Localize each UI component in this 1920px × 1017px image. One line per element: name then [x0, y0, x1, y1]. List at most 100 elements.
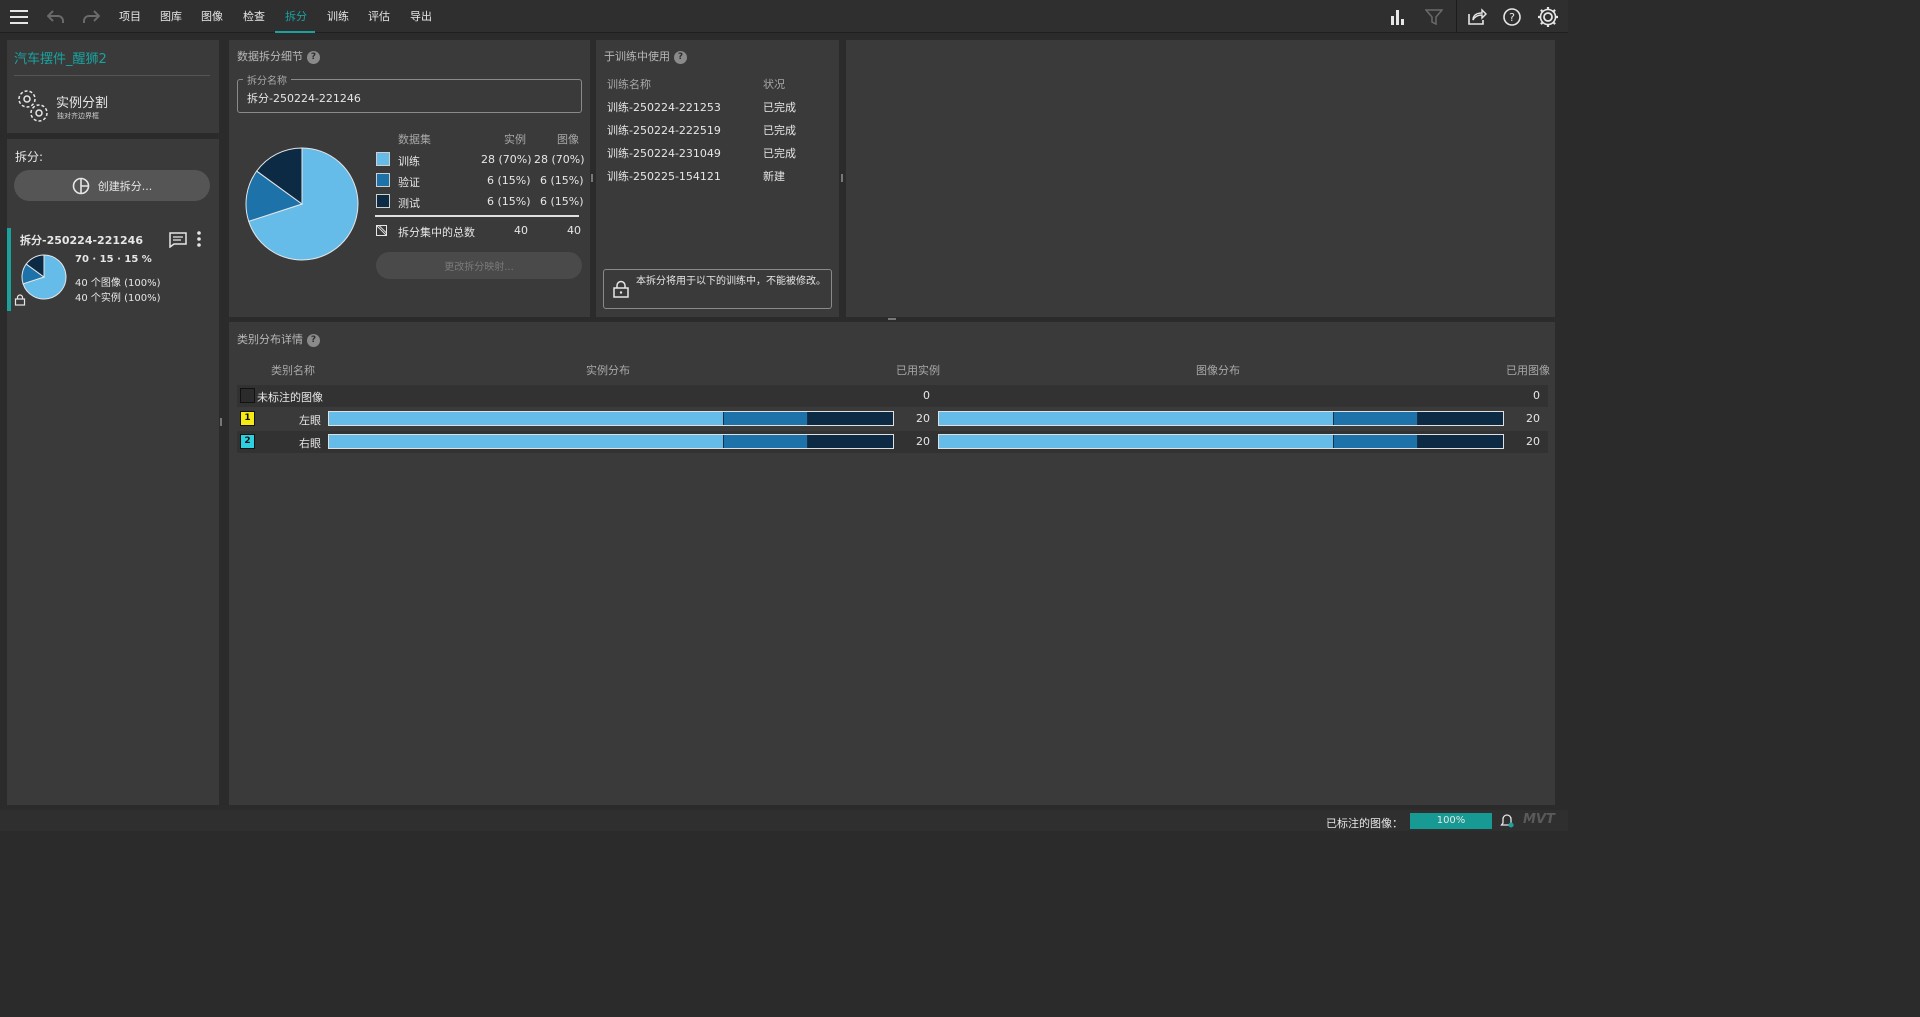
split-name-value: 拆分-250224-221246 — [247, 92, 361, 105]
menu-images[interactable]: 图像 — [199, 0, 225, 33]
notification-bell-icon[interactable] — [1499, 813, 1515, 832]
split-list-item[interactable]: 拆分-250224-221246 70 · 15 · 15 % 40 个图像 (… — [7, 228, 212, 311]
comment-icon[interactable] — [169, 232, 187, 251]
instance-distribution-header: 实例分布 — [586, 364, 630, 377]
dataset-header: 数据集 — [398, 133, 431, 146]
used-images-header: 已用图像 — [1506, 364, 1550, 377]
total-label: 拆分集中的总数 — [398, 226, 475, 239]
selected-indicator — [7, 228, 11, 311]
validation-segment — [1333, 412, 1419, 425]
training-status: 已完成 — [763, 101, 796, 114]
validation-segment — [1333, 435, 1419, 448]
labeled-progress-bar: 100% — [1410, 813, 1492, 829]
validation-segment — [723, 435, 809, 448]
used-instances-value: 0 — [923, 389, 930, 402]
share-icon[interactable] — [1466, 6, 1488, 28]
class-name-header: 类别名称 — [271, 364, 315, 377]
divider — [14, 75, 210, 76]
pie-split-icon — [72, 177, 90, 194]
class-color-box — [240, 388, 255, 403]
test-segment — [1418, 435, 1503, 448]
help-icon[interactable]: ? — [307, 333, 320, 347]
panel-resize-handle[interactable] — [591, 174, 593, 182]
menu-project[interactable]: 项目 — [117, 0, 143, 33]
validation-images: 6 (15%) — [540, 174, 584, 187]
test-segment — [808, 412, 893, 425]
settings-gear-icon[interactable] — [1537, 6, 1559, 28]
train-instances: 28 (70%) — [481, 153, 532, 166]
help-icon[interactable]: ? — [307, 50, 320, 64]
instance-distribution-bar — [328, 411, 894, 426]
panel-resize-handle[interactable] — [220, 418, 222, 426]
labeled-images-label: 已标注的图像： — [1326, 817, 1403, 830]
train-segment — [939, 412, 1334, 425]
help-icon[interactable]: ? — [1501, 6, 1523, 28]
menu-export[interactable]: 导出 — [408, 0, 434, 33]
splits-label: 拆分: — [15, 150, 44, 164]
train-segment — [939, 435, 1334, 448]
class-index: 2 — [244, 436, 251, 446]
split-mini-pie — [21, 254, 67, 300]
menu-train[interactable]: 训练 — [325, 0, 351, 33]
validation-segment — [723, 412, 809, 425]
used-images-value: 20 — [1526, 435, 1540, 448]
menu-inspect[interactable]: 检查 — [241, 0, 267, 33]
lock-icon — [612, 280, 630, 301]
help-icon[interactable]: ? — [674, 50, 687, 64]
more-options-icon[interactable] — [196, 230, 202, 251]
total-images: 40 — [567, 224, 581, 237]
validation-label: 验证 — [398, 176, 420, 189]
test-swatch — [376, 194, 390, 208]
used-images-value: 20 — [1526, 412, 1540, 425]
menu-evaluate[interactable]: 评估 — [366, 0, 392, 33]
class-distribution-title-text: 类别分布详情 — [237, 333, 303, 346]
change-split-mapping-button[interactable]: 更改拆分映射... — [376, 252, 582, 279]
test-label: 测试 — [398, 197, 420, 210]
class-index: 1 — [244, 413, 251, 423]
train-swatch — [376, 152, 390, 166]
total-icon — [376, 225, 387, 239]
bar-chart-icon[interactable] — [1387, 6, 1409, 28]
training-name[interactable]: 训练-250224-221253 — [607, 99, 721, 115]
panel-resize-handle[interactable] — [841, 174, 843, 182]
training-name[interactable]: 训练-250224-222519 — [607, 122, 721, 138]
split-item-instances: 40 个实例 (100%) — [75, 293, 161, 304]
class-name: 右眼 — [299, 437, 321, 450]
menu-split[interactable]: 拆分 — [283, 0, 309, 33]
undo-icon[interactable] — [45, 6, 67, 28]
used-in-training-title: 于训练中使用? — [604, 48, 687, 64]
instance-segmentation-icon — [15, 88, 51, 127]
image-distribution-bar — [938, 411, 1504, 426]
menu-gallery[interactable]: 图库 — [158, 0, 184, 33]
top-toolbar: 项目 图库 图像 检查 拆分 训练 评估 导出 ? — [0, 0, 1568, 33]
train-label: 训练 — [398, 155, 420, 168]
labeled-progress-text: 100% — [1436, 815, 1466, 826]
training-status: 已完成 — [763, 124, 796, 137]
image-distribution-header: 图像分布 — [1196, 364, 1240, 377]
hamburger-menu-icon[interactable] — [8, 6, 30, 28]
training-status: 新建 — [763, 170, 785, 183]
total-instances: 40 — [514, 224, 528, 237]
used-in-training-title-text: 于训练中使用 — [604, 50, 670, 63]
split-details-title: 数据拆分细节? — [237, 48, 320, 64]
train-segment — [329, 435, 724, 448]
split-details-title-text: 数据拆分细节 — [237, 50, 303, 63]
project-subtype: 独对齐边界框 — [57, 112, 99, 120]
project-type: 实例分割 — [56, 96, 109, 111]
create-split-button[interactable]: 创建拆分... — [14, 170, 210, 201]
brand-logo: MVT — [1523, 812, 1555, 827]
training-name[interactable]: 训练-250225-154121 — [607, 168, 721, 184]
project-title[interactable]: 汽车摆件_醒狮2 — [14, 48, 107, 67]
training-status: 已完成 — [763, 147, 796, 160]
filter-icon[interactable] — [1423, 6, 1445, 28]
images-header: 图像 — [557, 133, 579, 146]
training-status-header: 状况 — [763, 78, 785, 91]
class-distribution-title: 类别分布详情? — [237, 331, 320, 347]
training-name[interactable]: 训练-250224-231049 — [607, 145, 721, 161]
class-color-box: 1 — [240, 411, 255, 426]
panel-resize-handle[interactable] — [888, 318, 896, 320]
test-segment — [1418, 412, 1503, 425]
class-row[interactable] — [237, 385, 1548, 407]
train-segment — [329, 412, 724, 425]
redo-icon[interactable] — [80, 6, 102, 28]
